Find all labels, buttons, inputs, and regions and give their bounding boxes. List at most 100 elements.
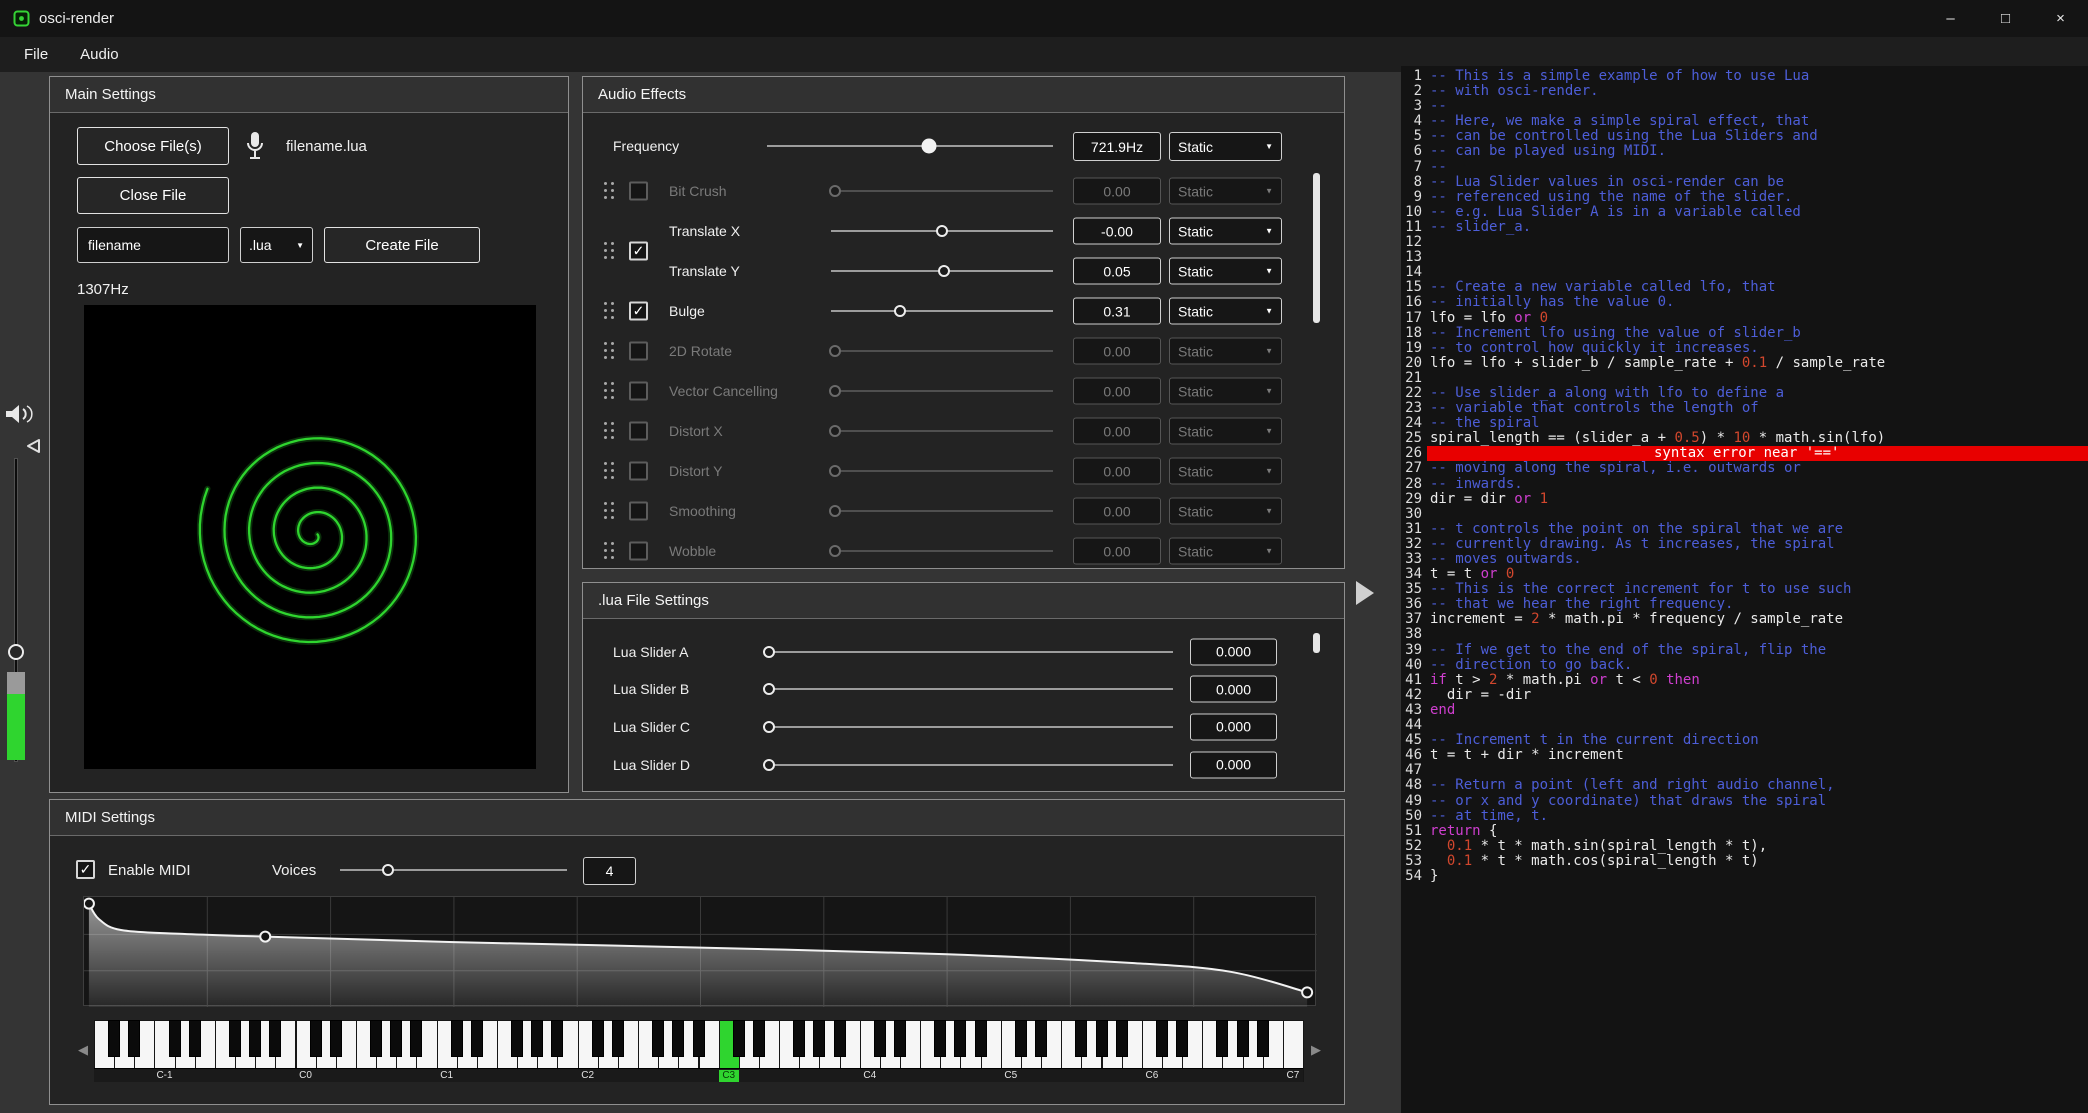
keyboard-scroll-left-icon[interactable]: ◀: [74, 1042, 92, 1058]
code-line[interactable]: 34t = t or 0: [1401, 567, 2088, 582]
slider-knob[interactable]: [829, 385, 841, 397]
code-line[interactable]: 37increment = 2 * math.pi * frequency / …: [1401, 612, 2088, 627]
effect-slider[interactable]: [831, 261, 1053, 281]
code-line[interactable]: 5-- can be controlled using the Lua Slid…: [1401, 129, 2088, 144]
code-line[interactable]: 31-- t controls the point on the spiral …: [1401, 522, 2088, 537]
lua-slider[interactable]: [769, 755, 1173, 775]
effect-slider[interactable]: [831, 181, 1053, 201]
code-line[interactable]: 33-- moves outwards.: [1401, 552, 2088, 567]
piano-key-black[interactable]: [1035, 1020, 1047, 1057]
code-line[interactable]: 9-- referenced using the name of the sli…: [1401, 190, 2088, 205]
piano-key-black[interactable]: [451, 1020, 463, 1057]
code-line[interactable]: 54}: [1401, 869, 2088, 884]
effect-value[interactable]: 0.31: [1073, 298, 1161, 325]
slider-knob[interactable]: [829, 545, 841, 557]
envelope-handle[interactable]: [260, 932, 270, 942]
piano-key-black[interactable]: [793, 1020, 805, 1057]
piano-key-black[interactable]: [753, 1020, 765, 1057]
effect-checkbox[interactable]: [629, 342, 648, 361]
effect-checkbox[interactable]: ✓: [629, 302, 648, 321]
piano-key-black[interactable]: [511, 1020, 523, 1057]
code-line[interactable]: 49-- or x and y coordinate) that draws t…: [1401, 794, 2088, 809]
code-line[interactable]: 30: [1401, 507, 2088, 522]
piano-key-black[interactable]: [531, 1020, 543, 1057]
effect-mode-dropdown[interactable]: Static▼: [1169, 258, 1282, 285]
envelope-handle[interactable]: [1302, 987, 1312, 997]
piano-key-black[interactable]: [330, 1020, 342, 1057]
keyboard-scroll-right-icon[interactable]: ▶: [1307, 1042, 1325, 1058]
code-line[interactable]: 27-- moving along the spiral, i.e. outwa…: [1401, 461, 2088, 476]
code-line[interactable]: 23-- variable that controls the length o…: [1401, 401, 2088, 416]
effect-slider[interactable]: [831, 301, 1053, 321]
code-line[interactable]: 45-- Increment t in the current directio…: [1401, 733, 2088, 748]
piano-key-black[interactable]: [269, 1020, 281, 1057]
effect-slider[interactable]: [831, 381, 1053, 401]
lua-scrollbar[interactable]: [1313, 633, 1320, 653]
effect-value[interactable]: 0.00: [1073, 178, 1161, 205]
choose-file-button[interactable]: Choose File(s): [77, 127, 229, 165]
voices-value[interactable]: 4: [583, 857, 636, 885]
effect-slider[interactable]: [831, 221, 1053, 241]
code-line[interactable]: 50-- at time, t.: [1401, 809, 2088, 824]
effect-value[interactable]: -0.00: [1073, 218, 1161, 245]
effect-value[interactable]: 0.00: [1073, 498, 1161, 525]
code-line[interactable]: 32-- currently drawing. As t increases, …: [1401, 537, 2088, 552]
menu-item-audio[interactable]: Audio: [64, 37, 134, 72]
piano-key-black[interactable]: [1257, 1020, 1269, 1057]
code-line[interactable]: 1-- This is a simple example of how to u…: [1401, 69, 2088, 84]
drag-handle-icon[interactable]: [603, 541, 615, 561]
effect-checkbox[interactable]: [629, 382, 648, 401]
code-line[interactable]: 6-- can be played using MIDI.: [1401, 144, 2088, 159]
piano-key-black[interactable]: [874, 1020, 886, 1057]
slider-knob[interactable]: [936, 225, 948, 237]
menu-item-file[interactable]: File: [8, 37, 64, 72]
piano-key-black[interactable]: [693, 1020, 705, 1057]
slider-knob[interactable]: [763, 683, 775, 695]
effect-mode-dropdown[interactable]: Static▼: [1169, 338, 1282, 365]
piano-key-black[interactable]: [894, 1020, 906, 1057]
piano-key-black[interactable]: [954, 1020, 966, 1057]
code-line[interactable]: 16-- initially has the value 0.: [1401, 295, 2088, 310]
piano-key-black[interactable]: [370, 1020, 382, 1057]
piano-key-black[interactable]: [612, 1020, 624, 1057]
code-line[interactable]: 17lfo = lfo or 0: [1401, 311, 2088, 326]
slider-knob[interactable]: [829, 505, 841, 517]
code-line[interactable]: 8-- Lua Slider values in osci-render can…: [1401, 175, 2088, 190]
filename-input[interactable]: filename: [77, 227, 229, 263]
effect-slider[interactable]: [831, 501, 1053, 521]
frequency-value[interactable]: 721.9Hz: [1073, 132, 1161, 161]
effect-slider[interactable]: [831, 541, 1053, 561]
code-line[interactable]: 52 0.1 * t * math.sin(spiral_length * t)…: [1401, 839, 2088, 854]
code-line[interactable]: 41if t > 2 * math.pi or t < 0 then: [1401, 673, 2088, 688]
effects-scrollbar[interactable]: [1313, 173, 1320, 323]
code-line[interactable]: 21: [1401, 371, 2088, 386]
lua-slider[interactable]: [769, 717, 1173, 737]
code-line[interactable]: 51return {: [1401, 824, 2088, 839]
close-file-button[interactable]: Close File: [77, 177, 229, 214]
code-line[interactable]: 43end: [1401, 703, 2088, 718]
slider-knob[interactable]: [894, 305, 906, 317]
microphone-icon[interactable]: [245, 130, 265, 163]
effect-slider[interactable]: [831, 461, 1053, 481]
piano-key-black[interactable]: [1216, 1020, 1228, 1057]
lua-slider-value[interactable]: 0.000: [1190, 676, 1277, 703]
effect-value[interactable]: 0.00: [1073, 338, 1161, 365]
effect-slider[interactable]: [831, 421, 1053, 441]
effect-mode-dropdown[interactable]: Static▼: [1169, 298, 1282, 325]
code-line[interactable]: 3--: [1401, 99, 2088, 114]
slider-knob[interactable]: [922, 139, 937, 154]
code-line[interactable]: 20lfo = lfo + slider_b / sample_rate + 0…: [1401, 356, 2088, 371]
effect-mode-dropdown[interactable]: Static▼: [1169, 418, 1282, 445]
code-line[interactable]: 38: [1401, 627, 2088, 642]
effect-slider[interactable]: [831, 341, 1053, 361]
code-line[interactable]: 11-- slider_a.: [1401, 220, 2088, 235]
piano-key-black[interactable]: [652, 1020, 664, 1057]
piano-key-black[interactable]: [551, 1020, 563, 1057]
code-line[interactable]: 7--: [1401, 160, 2088, 175]
code-line[interactable]: 35-- This is the correct increment for t…: [1401, 582, 2088, 597]
lua-code-editor[interactable]: 1-- This is a simple example of how to u…: [1401, 66, 2088, 1113]
effect-checkbox[interactable]: [629, 422, 648, 441]
volume-slider-knob[interactable]: [8, 644, 24, 660]
piano-key-black[interactable]: [1176, 1020, 1188, 1057]
effect-checkbox[interactable]: [629, 542, 648, 561]
